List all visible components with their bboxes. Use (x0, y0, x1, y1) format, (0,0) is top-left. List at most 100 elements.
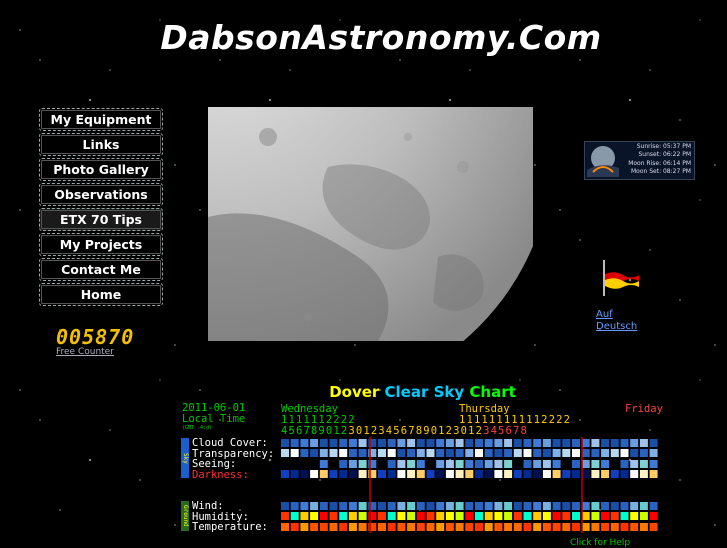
forecast-cell (329, 502, 338, 510)
forecast-cell (281, 523, 289, 531)
forecast-cell (620, 439, 629, 447)
forecast-cell (397, 502, 406, 510)
forecast-cell (601, 502, 610, 510)
nav-contact-me[interactable]: Contact Me (39, 258, 163, 281)
forecast-cell (436, 512, 445, 520)
forecast-cell (387, 449, 396, 457)
forecast-cell (397, 449, 406, 457)
forecast-cell (523, 449, 532, 457)
forecast-cell (484, 439, 493, 447)
nav-my-projects[interactable]: My Projects (39, 233, 163, 256)
forecast-cell (494, 523, 503, 531)
forecast-cell (620, 523, 629, 531)
forecast-cell (387, 512, 396, 520)
forecast-cell (329, 439, 338, 447)
forecast-cell (378, 523, 386, 531)
forecast-cell (562, 502, 571, 510)
forecast-cell (542, 460, 551, 468)
forecast-cell (513, 460, 522, 468)
forecast-cell (358, 439, 367, 447)
forecast-cell (300, 502, 309, 510)
forecast-cell (416, 449, 425, 457)
german-language-link[interactable]: Auf Deutsch (596, 309, 646, 333)
forecast-cell (533, 460, 542, 468)
csc-help-link[interactable]: Click for Help (570, 538, 630, 548)
forecast-cell (387, 460, 396, 468)
forecast-cell (455, 523, 464, 531)
forecast-cell (445, 439, 454, 447)
nav-home[interactable]: Home (39, 283, 163, 306)
forecast-cell (581, 512, 590, 520)
forecast-cell (397, 512, 406, 520)
forecast-cell (329, 523, 338, 531)
forecast-cell (397, 470, 406, 478)
forecast-cell (572, 512, 580, 520)
forecast-cell (339, 512, 348, 520)
forecast-cell (601, 439, 610, 447)
forecast-cell (552, 460, 561, 468)
forecast-cell (319, 439, 328, 447)
forecast-cell (484, 512, 493, 520)
hit-counter: 005870 Free Counter (56, 325, 136, 357)
forecast-cell (445, 512, 454, 520)
moon-image (208, 107, 533, 341)
forecast-cell (397, 523, 406, 531)
forecast-cell (319, 512, 328, 520)
forecast-cell (426, 460, 435, 468)
forecast-cell (620, 512, 629, 520)
nav-links[interactable]: Links (39, 133, 163, 156)
forecast-cell (610, 449, 619, 457)
nav-my-equipment[interactable]: My Equipment (39, 108, 163, 131)
forecast-cell (319, 470, 328, 478)
forecast-cell (348, 439, 357, 447)
clear-sky-chart[interactable]: Dover Clear Sky Chart 2011-06-01 Local T… (178, 380, 667, 548)
forecast-cell (513, 439, 522, 447)
forecast-cell (562, 512, 571, 520)
nav-observations[interactable]: Observations (39, 183, 163, 206)
nav-photo-gallery[interactable]: Photo Gallery (39, 158, 163, 181)
forecast-cell (290, 523, 299, 531)
forecast-cell (523, 460, 532, 468)
forecast-cell (436, 439, 445, 447)
forecast-cell (465, 449, 474, 457)
sun-moon-times-widget[interactable]: Sunrise: 05:37 PM Sunset: 06:22 PM Moon … (584, 141, 695, 180)
csc-forecast-grid[interactable] (178, 380, 667, 545)
forecast-cell (581, 460, 590, 468)
forecast-cell (639, 470, 648, 478)
forecast-cell (475, 523, 483, 531)
forecast-cell (610, 460, 619, 468)
forecast-cell (552, 523, 561, 531)
sunrise-time: Sunrise: 05:37 PM (636, 143, 691, 150)
forecast-cell (407, 439, 416, 447)
forecast-cell (591, 523, 600, 531)
forecast-cell (339, 470, 348, 478)
forecast-cell (358, 449, 367, 457)
forecast-cell (339, 523, 348, 531)
forecast-cell (416, 439, 425, 447)
forecast-cell (504, 523, 513, 531)
forecast-cell (465, 470, 474, 478)
forecast-cell (504, 512, 513, 520)
forecast-cell (649, 512, 658, 520)
forecast-cell (348, 523, 357, 531)
forecast-cell (620, 449, 629, 457)
forecast-cell (445, 502, 454, 510)
forecast-cell (358, 502, 367, 510)
forecast-cell (504, 439, 513, 447)
moon-phase-icon (587, 146, 619, 177)
forecast-cell (649, 523, 658, 531)
forecast-cell (281, 512, 289, 520)
forecast-cell (455, 470, 464, 478)
forecast-cell (445, 470, 454, 478)
forecast-cell (436, 502, 445, 510)
forecast-cell (281, 449, 289, 457)
german-flag-icon[interactable] (601, 258, 641, 298)
nav-etx-70-tips[interactable]: ETX 70 Tips (39, 208, 163, 231)
forecast-cell (310, 523, 319, 531)
forecast-cell (620, 502, 629, 510)
forecast-cell (290, 512, 299, 520)
forecast-cell (649, 470, 658, 478)
forecast-cell (591, 439, 600, 447)
forecast-cell (542, 523, 551, 531)
forecast-cell (436, 523, 445, 531)
